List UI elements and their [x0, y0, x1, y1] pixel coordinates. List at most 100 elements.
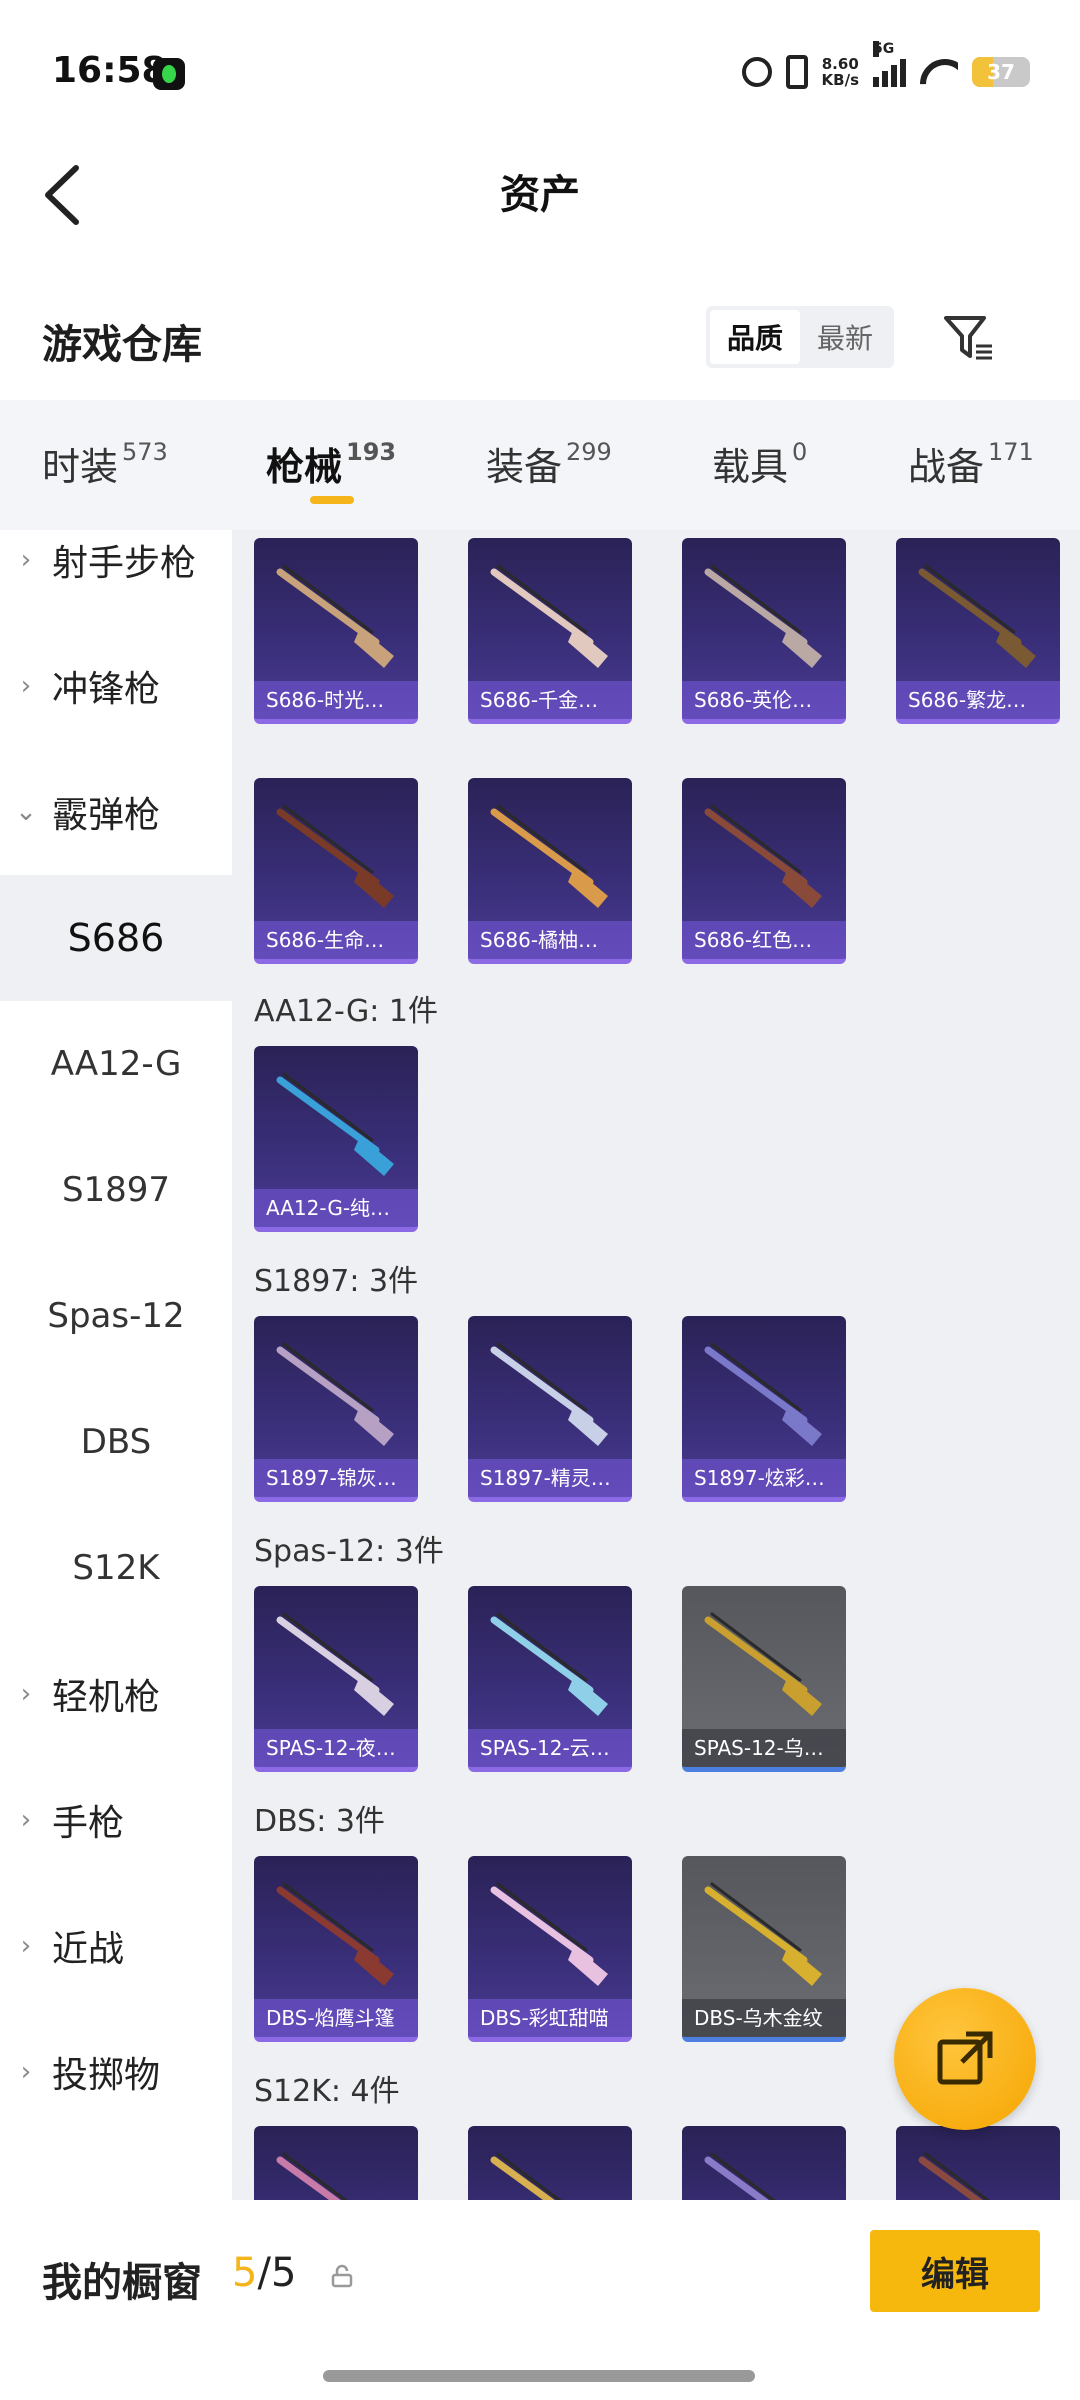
- tab-guns[interactable]: 枪械 193: [266, 436, 396, 491]
- weapon-skin-card[interactable]: S686-千金…: [468, 538, 632, 724]
- sidebar-item[interactable]: › 轻机枪: [0, 1631, 232, 1757]
- weapon-skin-card[interactable]: SPAS-12-乌…: [682, 1586, 846, 1772]
- status-icons: 8.60 KB/s 5G 37: [741, 41, 1030, 92]
- sidebar-item[interactable]: DBS: [0, 1379, 232, 1505]
- showcase-label: 我的橱窗: [42, 2260, 202, 2306]
- weapon-type-sidebar: › 射手步枪 › 冲锋枪 ⌄ 霰弹枪 S686 AA12-G S1897 Spas-12 DBS S1…: [0, 530, 232, 2200]
- sidebar-item[interactable]: S686: [0, 875, 232, 1001]
- weapon-skin-name: S1897-精灵…: [468, 1459, 632, 1497]
- sidebar-item[interactable]: Spas-12: [0, 1253, 232, 1379]
- tab-fashion[interactable]: 时装 573: [42, 436, 168, 491]
- home-indicator: [323, 2370, 755, 2382]
- weapon-skin-name: AA12-G-纯…: [254, 1189, 418, 1227]
- weapon-skin-card[interactable]: S686-繁龙…: [896, 538, 1060, 724]
- tab-supplies[interactable]: 战备 171: [908, 436, 1034, 491]
- weapon-skin-name: S1897-锦灰…: [254, 1459, 418, 1497]
- sidebar-item[interactable]: › 近战: [0, 1883, 232, 2009]
- sidebar-item[interactable]: S1897: [0, 1127, 232, 1253]
- section-title: 游戏仓库: [42, 322, 202, 368]
- sidebar-item[interactable]: S12K: [0, 1505, 232, 1631]
- filter-icon: [944, 316, 992, 360]
- tab-equipment[interactable]: 装备 299: [486, 436, 612, 491]
- weapon-skin-card[interactable]: SPAS-12-夜…: [254, 1586, 418, 1772]
- alarm-icon: [741, 57, 772, 87]
- weapon-skin-card[interactable]: S1897-精灵…: [468, 1316, 632, 1502]
- shotgun-icon: [704, 1612, 822, 1716]
- sort-newest[interactable]: 最新: [800, 310, 890, 364]
- shotgun-icon: [490, 2152, 562, 2200]
- weapon-skin-name: SPAS-12-云…: [468, 1729, 632, 1767]
- sidebar-item-label: S686: [67, 916, 165, 960]
- sidebar-item-label: 近战: [52, 1929, 125, 1970]
- shotgun-icon: [918, 2152, 990, 2200]
- page-title: 资产: [500, 172, 580, 218]
- weapon-skin-card[interactable]: S1897-锦灰…: [254, 1316, 418, 1502]
- shotgun-icon: [276, 1342, 394, 1446]
- weapon-skin-card[interactable]: AA12-G-纯…: [254, 1046, 418, 1232]
- weapon-skin-card[interactable]: S686-生命…: [254, 778, 418, 964]
- shotgun-icon: [704, 1342, 822, 1446]
- chevron-right-icon: ›: [20, 2057, 32, 2087]
- weapon-skin-card[interactable]: DBS-彩虹甜喵: [468, 1856, 632, 2042]
- chevron-right-icon: ›: [20, 1679, 32, 1709]
- shotgun-icon: [490, 564, 608, 668]
- weapon-skin-card[interactable]: DBS-乌木金纹: [682, 1856, 846, 2042]
- weapon-skin-card[interactable]: S1897-炫彩…: [682, 1316, 846, 1502]
- sidebar-item[interactable]: › 冲锋枪: [0, 623, 232, 749]
- group-header: AA12-G: 1件: [254, 994, 438, 1029]
- sidebar-item[interactable]: ⌄ 霰弹枪: [0, 749, 232, 875]
- weapon-skin-card[interactable]: S12K-1: [254, 2126, 418, 2200]
- weapon-skin-name: DBS-彩虹甜喵: [468, 1999, 632, 2037]
- weapon-skin-name: S686-生命…: [254, 921, 418, 959]
- network-speed: 8.60 KB/s: [821, 55, 859, 89]
- sidebar-item-label: 手枪: [52, 1803, 125, 1844]
- weapon-skin-card[interactable]: S686-橘柚…: [468, 778, 632, 964]
- weapon-skin-card[interactable]: SPAS-12-云…: [468, 1586, 632, 1772]
- item-grid: S686-时光… S686-千金… S686-英伦… S686-繁龙… S686-生命……: [232, 530, 1080, 2200]
- showcase-count: 5/5: [232, 2250, 297, 2296]
- weapon-skin-card[interactable]: S686-红色…: [682, 778, 846, 964]
- weapon-skin-card[interactable]: DBS-焰鹰斗篷: [254, 1856, 418, 2042]
- tab-vehicles[interactable]: 载具 0: [712, 436, 807, 491]
- category-tabs: 时装 573 枪械 193 装备 299 载具 0 战备 171: [0, 400, 1080, 530]
- chevron-right-icon: ›: [20, 545, 32, 575]
- active-tab-indicator: [310, 496, 354, 504]
- group-header: Spas-12: 3件: [254, 1534, 444, 1569]
- weapon-skin-card[interactable]: S12K-2: [468, 2126, 632, 2200]
- sidebar-item-label: 射手步枪: [52, 543, 197, 584]
- weapon-skin-card[interactable]: S686-时光…: [254, 538, 418, 724]
- share-fab[interactable]: [894, 1988, 1036, 2130]
- weapon-skin-card[interactable]: S12K-3: [682, 2126, 846, 2200]
- chevron-right-icon: ›: [20, 1931, 32, 1961]
- weapon-skin-name: S686-橘柚…: [468, 921, 632, 959]
- external-link-icon: [937, 2031, 993, 2085]
- sidebar-item[interactable]: › 射手步枪: [0, 530, 232, 623]
- filter-button[interactable]: [940, 310, 996, 366]
- sidebar-item-label: 轻机枪: [52, 1677, 161, 1718]
- shotgun-icon: [490, 1342, 608, 1446]
- sidebar-item[interactable]: AA12-G: [0, 1001, 232, 1127]
- weapon-skin-name: SPAS-12-乌…: [682, 1729, 846, 1767]
- shotgun-icon: [490, 1882, 608, 1986]
- weapon-skin-name: DBS-乌木金纹: [682, 1999, 846, 2037]
- weapon-skin-card[interactable]: S12K-4: [896, 2126, 1060, 2200]
- edit-button[interactable]: 编辑: [870, 2230, 1040, 2312]
- group-header: S12K: 4件: [254, 2074, 400, 2109]
- sort-quality[interactable]: 品质: [710, 310, 800, 364]
- shotgun-icon: [276, 1072, 394, 1176]
- vibrate-icon: [785, 55, 808, 89]
- weapon-skin-name: S686-英伦…: [682, 681, 846, 719]
- weapon-skin-card[interactable]: S686-英伦…: [682, 538, 846, 724]
- chevron-right-icon: ›: [20, 1805, 32, 1835]
- weapon-skin-name: DBS-焰鹰斗篷: [254, 1999, 418, 2037]
- sidebar-item[interactable]: › 投掷物: [0, 2009, 232, 2135]
- sidebar-item[interactable]: › 手枪: [0, 1757, 232, 1883]
- weapon-skin-name: S686-时光…: [254, 681, 418, 719]
- shotgun-icon: [704, 804, 822, 908]
- chevron-down-icon: ⌄: [15, 797, 37, 827]
- network-type: 5G: [873, 41, 895, 57]
- shotgun-icon: [276, 804, 394, 908]
- sidebar-item-label: 冲锋枪: [52, 669, 161, 710]
- sort-toggle: 品质 最新: [706, 306, 894, 368]
- shotgun-icon: [276, 1882, 394, 1986]
